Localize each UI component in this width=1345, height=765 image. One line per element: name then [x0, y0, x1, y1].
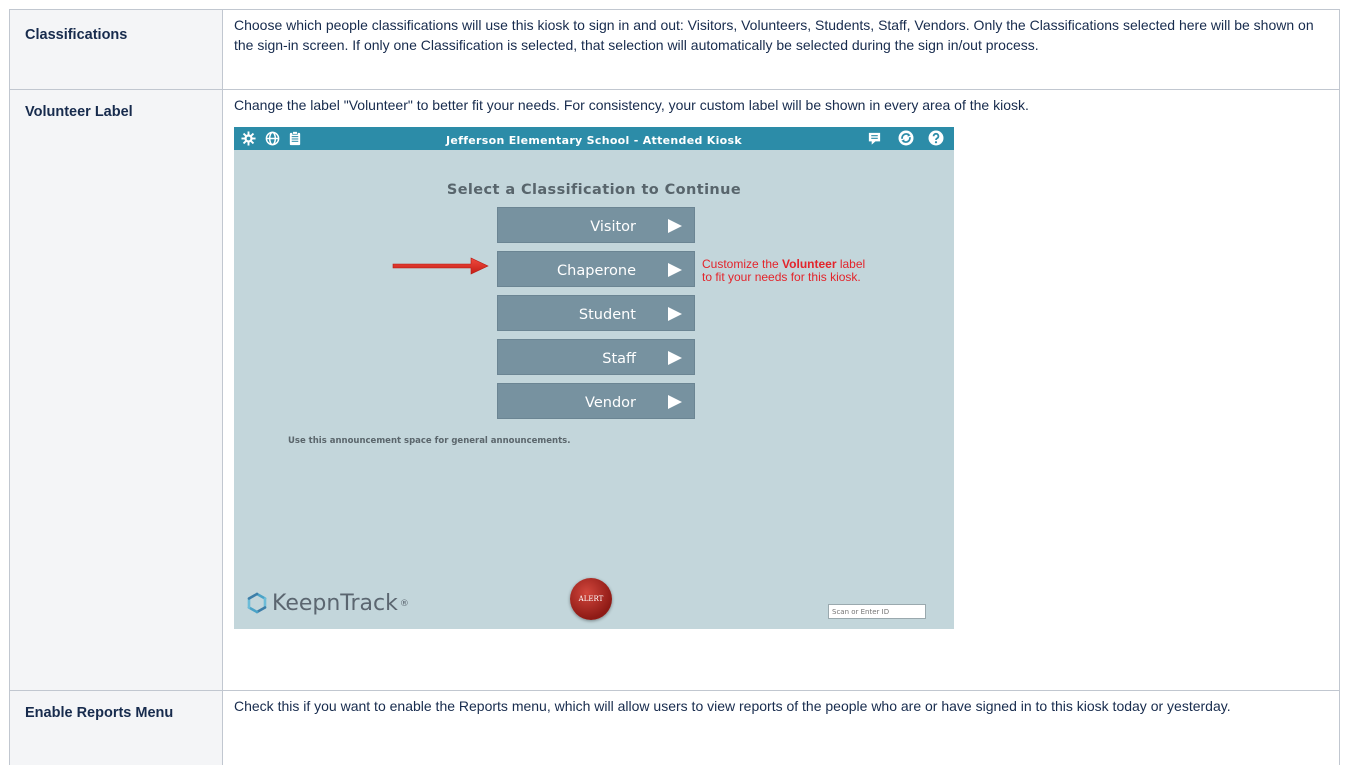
play-arrow-icon	[668, 351, 682, 365]
play-arrow-icon	[668, 219, 682, 233]
button-label: Staff	[602, 351, 636, 367]
play-arrow-icon	[668, 307, 682, 321]
table-row: Volunteer Label Change the label "Volunt…	[9, 89, 1340, 691]
table-row: Enable Reports Menu Check this if you wa…	[9, 690, 1340, 765]
classification-button-vendor[interactable]: Vendor	[497, 383, 695, 419]
classification-button-chaperone[interactable]: Chaperone	[497, 251, 695, 287]
refresh-icon[interactable]	[898, 130, 914, 146]
scan-id-input[interactable]	[828, 604, 926, 619]
button-label: Chaperone	[557, 263, 636, 279]
row-description: Check this if you want to enable the Rep…	[222, 690, 1340, 765]
message-icon[interactable]	[866, 130, 882, 146]
row-content: Change the label "Volunteer" to better f…	[222, 89, 1340, 691]
kiosk-heading: Select a Classification to Continue	[446, 182, 742, 198]
red-arrow-icon	[392, 257, 489, 275]
row-heading: Volunteer Label	[9, 89, 223, 691]
annotation-post: label	[836, 257, 866, 271]
logo-text: KeepnTrack	[272, 591, 398, 616]
kiosk-title: Jefferson Elementary School - Attended K…	[445, 134, 743, 147]
logo-mark: ®	[399, 599, 409, 609]
classification-button-staff[interactable]: Staff	[497, 339, 695, 375]
annotation-text: Customize the Volunteer label to fit you…	[702, 258, 865, 284]
annotation-line2: to fit your needs for this kiosk.	[702, 270, 861, 284]
alert-button[interactable]: ALERT	[570, 578, 612, 620]
settings-table: Classifications Choose which people clas…	[9, 9, 1340, 765]
classification-button-student[interactable]: Student	[497, 295, 695, 331]
row-heading: Classifications	[9, 9, 223, 90]
keepntrack-logo: KeepnTrack ®	[244, 591, 409, 617]
table-row: Classifications Choose which people clas…	[9, 9, 1340, 90]
logo-mark-icon	[247, 592, 267, 614]
kiosk-screenshot: Jefferson Elementary School - Attended K…	[234, 127, 954, 629]
help-icon[interactable]	[928, 130, 944, 146]
button-label: Visitor	[590, 219, 636, 235]
play-arrow-icon	[668, 395, 682, 409]
annotation-bold: Volunteer	[782, 257, 837, 271]
annotation-pre: Customize the	[702, 257, 783, 271]
row-description: Choose which people classifications will…	[222, 9, 1340, 90]
classification-button-visitor[interactable]: Visitor	[497, 207, 695, 243]
row-description: Change the label "Volunteer" to better f…	[234, 97, 1029, 113]
button-label: Student	[578, 307, 636, 323]
announcement-text: Use this announcement space for general …	[288, 436, 571, 446]
row-heading: Enable Reports Menu	[9, 690, 223, 765]
button-label: Vendor	[585, 395, 636, 411]
play-arrow-icon	[668, 263, 682, 277]
kiosk-title-bar: Jefferson Elementary School - Attended K…	[234, 127, 954, 150]
